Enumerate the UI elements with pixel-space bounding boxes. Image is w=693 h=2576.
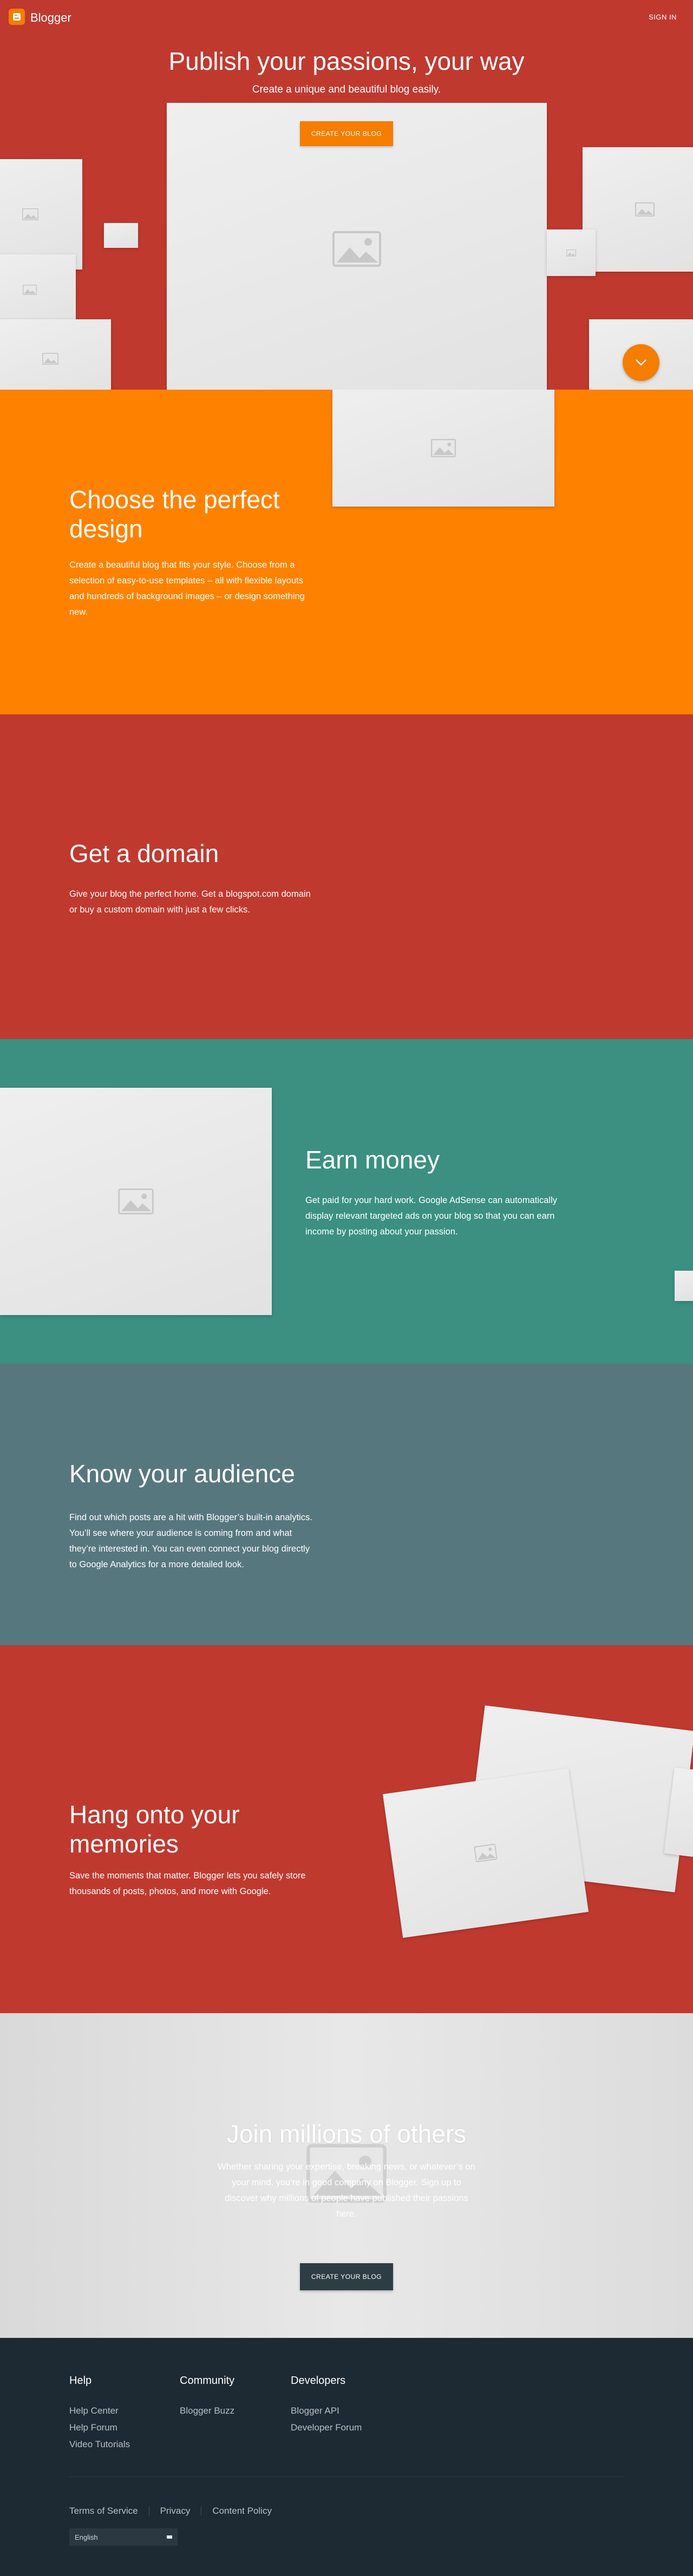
memories-image-front xyxy=(383,1768,589,1938)
memories-title: Hang onto your memories xyxy=(69,1800,240,1858)
create-blog-button[interactable]: CREATE YOUR BLOG xyxy=(300,121,393,146)
dropdown-arrow-icon xyxy=(167,2535,172,2539)
footer-column-help: Help Help Center Help Forum Video Tutori… xyxy=(69,2375,130,2453)
footer-divider xyxy=(69,2476,624,2477)
domain-title: Get a domain xyxy=(69,839,219,868)
audience-text: Find out which posts are a hit with Blog… xyxy=(69,1513,312,1569)
earn-money-image-small xyxy=(675,1271,693,1301)
hero-image-left-3 xyxy=(0,319,111,390)
image-placeholder-icon xyxy=(22,208,38,220)
hero-image-left-1 xyxy=(0,159,82,270)
footer-legal-links: Terms of Service Privacy Content Policy xyxy=(69,2506,272,2516)
privacy-link[interactable]: Privacy xyxy=(160,2506,191,2516)
image-placeholder-icon xyxy=(118,1188,154,1214)
chevron-down-icon xyxy=(636,359,646,366)
hero-image-left-2 xyxy=(0,254,76,325)
earn-money-text: Get paid for your hard work. Google AdSe… xyxy=(305,1195,558,1237)
image-placeholder-icon xyxy=(566,249,576,257)
join-text: Whether sharing your expertise, breaking… xyxy=(218,2162,475,2219)
join-section: Join millions of others Whether sharing … xyxy=(0,2013,693,2338)
join-title: Join millions of others xyxy=(226,2120,467,2148)
footer-link-developer-forum[interactable]: Developer Forum xyxy=(291,2419,362,2436)
hero-subtitle: Create a unique and beautiful blog easil… xyxy=(252,84,441,95)
hero-section: Blogger SIGN IN Publish your passions, y… xyxy=(0,0,693,390)
image-placeholder-icon xyxy=(23,284,37,295)
footer-column-developers: Developers Blogger API Developer Forum xyxy=(291,2375,362,2436)
image-placeholder-icon xyxy=(474,1843,498,1863)
language-select[interactable]: English xyxy=(69,2528,178,2546)
footer-column-community: Community Blogger Buzz xyxy=(180,2375,234,2419)
footer-link-help-forum[interactable]: Help Forum xyxy=(69,2419,130,2436)
earn-money-title: Earn money xyxy=(305,1146,440,1174)
image-placeholder-icon xyxy=(431,439,456,457)
blogger-logo-icon[interactable] xyxy=(9,9,25,25)
language-select-value: English xyxy=(75,2533,98,2541)
footer-link-video-tutorials[interactable]: Video Tutorials xyxy=(69,2436,130,2453)
hero-title: Publish your passions, your way xyxy=(168,47,525,75)
earn-money-image xyxy=(0,1088,272,1315)
audience-section: Know your audience Find out which posts … xyxy=(0,1364,693,1645)
footer-link-help-center[interactable]: Help Center xyxy=(69,2402,130,2419)
memories-text: Save the moments that matter. Blogger le… xyxy=(69,1871,306,1896)
domain-text: Give your blog the perfect home. Get a b… xyxy=(69,889,311,915)
create-blog-button-bottom[interactable]: CREATE YOUR BLOG xyxy=(300,2263,393,2290)
hero-image-right-2 xyxy=(547,229,596,276)
hero-image-right-1 xyxy=(583,147,693,272)
earn-money-section: Earn money Get paid for your hard work. … xyxy=(0,1039,693,1364)
sign-in-link[interactable]: SIGN IN xyxy=(649,13,677,21)
memories-section: Hang onto your memories Save the moments… xyxy=(0,1645,693,2013)
top-bar: Blogger SIGN IN xyxy=(0,0,693,35)
hero-image-small xyxy=(104,223,138,248)
content-policy-link[interactable]: Content Policy xyxy=(212,2506,272,2516)
footer-column-title: Help xyxy=(69,2375,92,2387)
design-section: Choose the perfect design Create a beaut… xyxy=(0,390,693,714)
design-text: Create a beautiful blog that fits your s… xyxy=(69,560,305,617)
image-placeholder-icon xyxy=(332,231,381,267)
image-placeholder-icon xyxy=(42,352,58,365)
footer-column-title: Developers xyxy=(291,2375,346,2387)
scroll-down-button[interactable] xyxy=(623,344,659,381)
brand-name[interactable]: Blogger xyxy=(30,11,71,25)
design-title: Choose the perfect design xyxy=(69,485,280,543)
footer-link-blogger-api[interactable]: Blogger API xyxy=(291,2402,362,2419)
design-image xyxy=(332,390,554,507)
footer-column-title: Community xyxy=(180,2375,235,2387)
domain-section: Get a domain Give your blog the perfect … xyxy=(0,714,693,1039)
image-placeholder-icon xyxy=(635,202,655,216)
audience-title: Know your audience xyxy=(69,1460,295,1488)
terms-of-service-link[interactable]: Terms of Service xyxy=(69,2506,138,2516)
footer: Help Help Center Help Forum Video Tutori… xyxy=(0,2338,693,2576)
footer-link-blogger-buzz[interactable]: Blogger Buzz xyxy=(180,2402,234,2419)
